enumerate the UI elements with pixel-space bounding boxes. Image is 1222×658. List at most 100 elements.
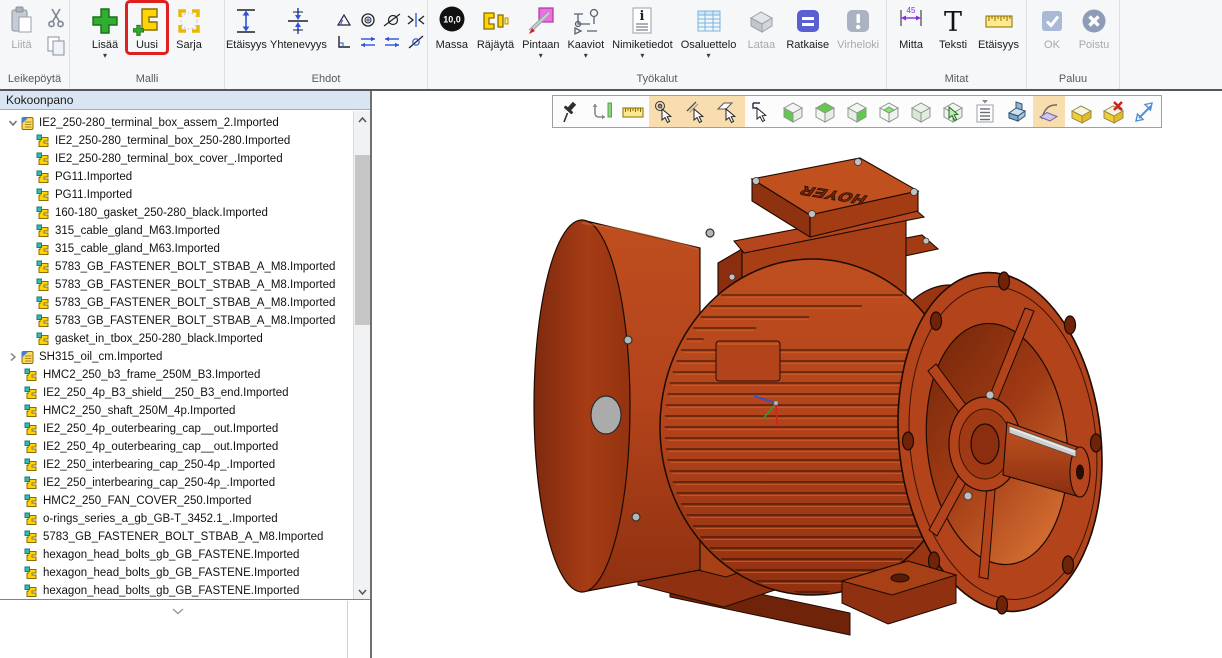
lataa-button[interactable]: Lataa — [741, 2, 781, 53]
motor-model[interactable]: HOYER — [520, 145, 1120, 640]
cube-front-face-icon[interactable] — [777, 96, 809, 127]
part-icon — [24, 458, 40, 472]
tree-item[interactable]: IE2_250_interbearing_cap_250-4p_.Importe… — [0, 456, 352, 474]
rajayta-button[interactable]: Räjäytä — [474, 2, 517, 53]
tree-item[interactable]: IE2_250_interbearing_cap_250-4p_.Importe… — [0, 474, 352, 492]
tree-item[interactable]: SH315_oil_cm.Imported — [0, 348, 352, 366]
tree-item[interactable]: PG11.Imported — [0, 168, 352, 186]
snap-face-icon[interactable] — [713, 96, 745, 127]
tree-item-label: HMC2_250_b3_frame_250M_B3.Imported — [40, 369, 260, 381]
tree-scrollbar[interactable] — [353, 111, 370, 600]
tree-item[interactable]: IE2_250-280_terminal_box_assem_2.Importe… — [0, 114, 352, 132]
expand-arrows-icon[interactable] — [1129, 96, 1161, 127]
tree-item[interactable]: 315_cable_gland_M63.Imported — [0, 240, 352, 258]
teksti-button[interactable]: TTeksti — [933, 2, 973, 53]
snap-line-icon[interactable] — [681, 96, 713, 127]
kaaviot-button[interactable]: Kaaviot▾ — [564, 2, 607, 61]
mitta-button[interactable]: 45Mitta — [891, 2, 931, 53]
dropdown-arrow-icon[interactable]: ▾ — [103, 52, 107, 60]
chevron-right-icon[interactable] — [6, 350, 20, 364]
tree-item[interactable]: IE2_250_4p_outerbearing_cap__out.Importe… — [0, 438, 352, 456]
tree-item[interactable]: hexagon_head_bolts_gb_GB_FASTENE.Importe… — [0, 546, 352, 564]
dropdown-arrow-icon[interactable]: ▾ — [707, 52, 711, 60]
feature-list-icon[interactable] — [969, 96, 1001, 127]
perpendicular-constraint-icon[interactable] — [333, 32, 355, 52]
chevron-down-icon[interactable] — [6, 116, 20, 130]
pin-icon[interactable] — [553, 96, 585, 127]
cube-back-face-icon[interactable] — [873, 96, 905, 127]
concentric-constraint-icon[interactable] — [357, 10, 379, 30]
tree-item[interactable]: PG11.Imported — [0, 186, 352, 204]
assembly-tree[interactable]: IE2_250-280_terminal_box_assem_2.Importe… — [0, 111, 370, 600]
uusi-button[interactable]: Uusi — [127, 2, 167, 53]
cube-pick-icon[interactable] — [937, 96, 969, 127]
tree-item[interactable]: IE2_250-280_terminal_box_cover_.Imported — [0, 150, 352, 168]
model-viewport[interactable]: HOYER — [372, 91, 1222, 658]
tree-item[interactable]: HMC2_250_FAN_COVER_250.Imported — [0, 492, 352, 510]
scissors-cut-icon[interactable] — [44, 6, 68, 30]
expander-spacer — [12, 530, 24, 544]
tree-item[interactable]: 315_cable_gland_M63.Imported — [0, 222, 352, 240]
sketch-plane-icon[interactable] — [1033, 96, 1065, 127]
extrude-icon[interactable] — [1001, 96, 1033, 127]
equal-constraint-icon[interactable] — [381, 32, 403, 52]
pintaan-button[interactable]: Pintaan▾ — [519, 2, 562, 61]
cube-top-face-icon[interactable] — [809, 96, 841, 127]
lisaa-button[interactable]: Lisää▾ — [85, 2, 125, 61]
tree-item[interactable]: IE2_250_4p_outerbearing_cap__out.Importe… — [0, 420, 352, 438]
ok-button[interactable]: OK — [1032, 2, 1072, 53]
tree-item[interactable]: gasket_in_tbox_250-280_black.Imported — [0, 330, 352, 348]
measure-ruler-icon[interactable] — [617, 96, 649, 127]
angle-constraint-icon[interactable] — [333, 10, 355, 30]
sarja-button[interactable]: Sarja — [169, 2, 209, 53]
tree-item[interactable]: 5783_GB_FASTENER_BOLT_STBAB_A_M8.Importe… — [0, 258, 352, 276]
scrollbar-up-button[interactable] — [354, 111, 370, 128]
dropdown-arrow-icon[interactable]: ▾ — [640, 52, 644, 60]
etaisyys-button[interactable]: Etäisyys — [975, 2, 1022, 53]
coincident-constraint-icon[interactable] — [405, 32, 427, 52]
tree-item[interactable]: 5783_GB_FASTENER_BOLT_STBAB_A_M8.Importe… — [0, 312, 352, 330]
tree-item[interactable]: 160-180_gasket_250-280_black.Imported — [0, 204, 352, 222]
nimiketiedot-button[interactable]: iNimiketiedot▾ — [609, 2, 676, 61]
tree-item[interactable]: 5783_GB_FASTENER_BOLT_STBAB_A_M8.Importe… — [0, 294, 352, 312]
tree-item[interactable]: 5783_GB_FASTENER_BOLT_STBAB_A_M8.Importe… — [0, 528, 352, 546]
ratkaise-button[interactable]: Ratkaise — [783, 2, 832, 53]
virheloki-button[interactable]: Virheloki — [834, 2, 882, 53]
snap-point-icon[interactable] — [649, 96, 681, 127]
collapse-chevron-icon[interactable] — [172, 602, 184, 620]
parallel-constraint-icon[interactable] — [357, 32, 379, 52]
tree-item[interactable]: HMC2_250_shaft_250M_4p.Imported — [0, 402, 352, 420]
copy-icon[interactable] — [44, 34, 68, 58]
massa-button[interactable]: 10,0Massa — [432, 2, 472, 53]
tree-item[interactable]: hexagon_head_bolts_gb_GB_FASTENE.Importe… — [0, 582, 352, 600]
tree-item[interactable]: 5783_GB_FASTENER_BOLT_STBAB_A_M8.Importe… — [0, 276, 352, 294]
tree-item[interactable]: o-rings_series_a_gb_GB-T_3452.1_.Importe… — [0, 510, 352, 528]
cube-solid-icon[interactable] — [905, 96, 937, 127]
tray-delete-icon[interactable] — [1097, 96, 1129, 127]
dropdown-arrow-icon[interactable]: ▾ — [584, 52, 588, 60]
scrollbar-down-button[interactable] — [354, 583, 370, 600]
drag-axis-icon[interactable] — [585, 96, 617, 127]
poistu-button[interactable]: Poistu — [1074, 2, 1114, 53]
symmetry-constraint-icon[interactable] — [405, 10, 427, 30]
etaisyys-button[interactable]: Etäisyys — [225, 2, 268, 53]
osaluettelo-button[interactable]: Osaluettelo▾ — [678, 2, 740, 61]
tangent-constraint-icon[interactable] — [381, 10, 403, 30]
yhtenevyys-button[interactable]: Yhtenevyys — [270, 2, 327, 53]
svg-text:10,0: 10,0 — [443, 15, 461, 25]
tree-item-label: HMC2_250_shaft_250M_4p.Imported — [40, 405, 235, 417]
tree-item[interactable]: IE2_250-280_terminal_box_250-280.Importe… — [0, 132, 352, 150]
tree-item[interactable]: hexagon_head_bolts_gb_GB_FASTENE.Importe… — [0, 564, 352, 582]
liita-button[interactable]: Liitä — [2, 2, 42, 53]
ribbon-group-label: Paluu — [1027, 71, 1119, 89]
scrollbar-thumb[interactable] — [355, 155, 370, 325]
pick-edge-icon[interactable] — [745, 96, 777, 127]
tray-icon[interactable] — [1065, 96, 1097, 127]
cube-side-face-icon[interactable] — [841, 96, 873, 127]
tree-item[interactable]: IE2_250_4p_B3_shield__250_B3_end.Importe… — [0, 384, 352, 402]
tree-item-label: hexagon_head_bolts_gb_GB_FASTENE.Importe… — [40, 567, 299, 579]
explode-icon — [478, 3, 512, 39]
ribbon-filler — [1120, 0, 1222, 89]
dropdown-arrow-icon[interactable]: ▾ — [539, 52, 543, 60]
tree-item[interactable]: HMC2_250_b3_frame_250M_B3.Imported — [0, 366, 352, 384]
